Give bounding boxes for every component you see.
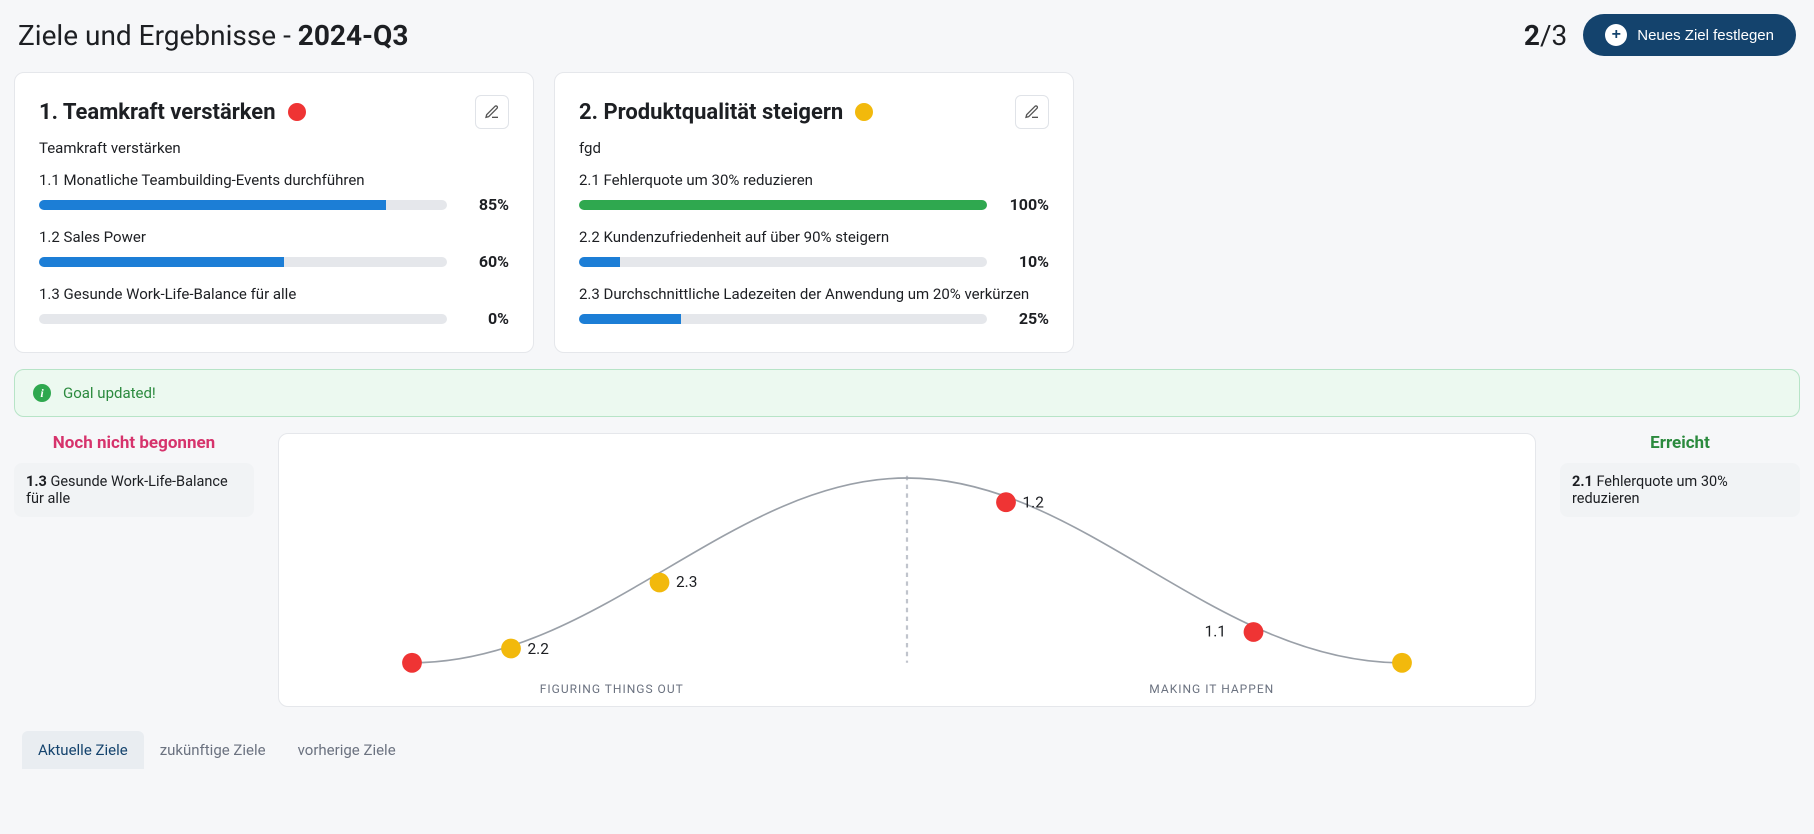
kr-progress-fill <box>39 257 284 267</box>
kr-percent: 60% <box>463 252 509 271</box>
edit-goal-button[interactable] <box>475 95 509 129</box>
kr-progress-fill <box>39 200 386 210</box>
kr-id: 2.1 <box>1572 473 1593 490</box>
chart-left-label: FIGURING THINGS OUT <box>540 682 684 696</box>
progress-visualization: Noch nicht begonnen 1.3 Gesunde Work-Lif… <box>14 433 1800 707</box>
goal-card: 2. Produktqualität steigern fgd 2.1 Fehl… <box>554 72 1074 353</box>
tab-previous-goals[interactable]: vorherige Ziele <box>282 731 412 769</box>
success-alert: i Goal updated! <box>14 369 1800 417</box>
goal-counter-total: /3 <box>1540 19 1567 52</box>
edit-goal-button[interactable] <box>1015 95 1049 129</box>
curve-svg: 2.2 2.3 1.2 1.1 <box>307 456 1507 676</box>
key-result: 2.2 Kundenzufriedenheit auf über 90% ste… <box>579 228 1049 271</box>
new-goal-button[interactable]: + Neues Ziel festlegen <box>1583 14 1796 56</box>
kr-label: 1.3 Gesunde Work-Life-Balance für alle <box>39 285 509 303</box>
kr-label: 2.2 Kundenzufriedenheit auf über 90% ste… <box>579 228 1049 246</box>
kr-progress-fill <box>579 200 987 210</box>
goal-period-tabs: Aktuelle Ziele zukünftige Ziele vorherig… <box>14 727 1800 773</box>
info-icon: i <box>33 384 51 402</box>
alert-text: Goal updated! <box>63 384 156 402</box>
key-result: 2.3 Durchschnittliche Ladezeiten der Anw… <box>579 285 1049 328</box>
key-result: 1.1 Monatliche Teambuilding-Events durch… <box>39 171 509 214</box>
goal-description: fgd <box>579 139 1049 157</box>
not-started-item[interactable]: 1.3 Gesunde Work-Life-Balance für alle <box>14 463 254 517</box>
kr-progress-bar <box>579 257 987 267</box>
goal-card: 1. Teamkraft verstärken Teamkraft verstä… <box>14 72 534 353</box>
kr-percent: 10% <box>1003 252 1049 271</box>
done-title: Erreicht <box>1560 433 1800 453</box>
tab-current-goals[interactable]: Aktuelle Ziele <box>22 731 144 769</box>
goal-title: 2. Produktqualität steigern <box>579 100 843 125</box>
plus-icon: + <box>1605 24 1627 46</box>
page-title-prefix: Ziele und Ergebnisse - <box>18 19 298 52</box>
kr-percent: 0% <box>463 309 509 328</box>
kr-id: 1.3 <box>26 473 47 490</box>
page-title-period: 2024-Q3 <box>298 19 409 52</box>
kr-progress-fill <box>579 257 620 267</box>
kr-progress-bar <box>39 314 447 324</box>
goal-cards-row: 1. Teamkraft verstärken Teamkraft verstä… <box>14 72 1800 353</box>
tab-future-goals[interactable]: zukünftige Ziele <box>144 731 282 769</box>
edit-icon <box>484 104 500 120</box>
not-started-column: Noch nicht begonnen 1.3 Gesunde Work-Lif… <box>14 433 254 517</box>
kr-label: 2.3 Durchschnittliche Ladezeiten der Anw… <box>579 285 1049 303</box>
status-dot-icon <box>855 103 873 121</box>
kr-percent: 85% <box>463 195 509 214</box>
done-item[interactable]: 2.1 Fehlerquote um 30% reduzieren <box>1560 463 1800 517</box>
kr-text: Fehlerquote um 30% reduzieren <box>1572 473 1728 507</box>
key-result: 1.2 Sales Power 60% <box>39 228 509 271</box>
goal-description: Teamkraft verstärken <box>39 139 509 157</box>
key-result: 1.3 Gesunde Work-Life-Balance für alle 0… <box>39 285 509 328</box>
goal-counter: 2/3 <box>1524 19 1567 52</box>
header-right: 2/3 + Neues Ziel festlegen <box>1524 14 1796 56</box>
kr-progress-fill <box>579 314 681 324</box>
key-result: 2.1 Fehlerquote um 30% reduzieren 100% <box>579 171 1049 214</box>
kr-progress-bar <box>579 200 987 210</box>
kr-progress-bar <box>39 257 447 267</box>
kr-label: 1.1 Monatliche Teambuilding-Events durch… <box>39 171 509 189</box>
done-column: Erreicht 2.1 Fehlerquote um 30% reduzier… <box>1560 433 1800 517</box>
kr-percent: 100% <box>1003 195 1049 214</box>
page-header: Ziele und Ergebnisse - 2024-Q3 2/3 + Neu… <box>14 14 1800 56</box>
progress-curve-chart: 2.2 2.3 1.2 1.1 FIGURING THINGS OUT MAKI… <box>278 433 1536 707</box>
goal-title: 1. Teamkraft verstärken <box>39 100 276 125</box>
status-dot-icon <box>288 103 306 121</box>
kr-label: 2.1 Fehlerquote um 30% reduzieren <box>579 171 1049 189</box>
kr-label: 1.2 Sales Power <box>39 228 509 246</box>
page-title: Ziele und Ergebnisse - 2024-Q3 <box>18 19 408 52</box>
svg-text:2.2: 2.2 <box>528 640 550 658</box>
kr-text: Gesunde Work-Life-Balance für alle <box>26 473 228 507</box>
svg-text:1.1: 1.1 <box>1205 622 1226 640</box>
kr-percent: 25% <box>1003 309 1049 328</box>
svg-text:1.2: 1.2 <box>1023 494 1045 512</box>
svg-text:2.3: 2.3 <box>676 573 697 591</box>
chart-right-label: MAKING IT HAPPEN <box>1149 682 1274 696</box>
kr-progress-bar <box>39 200 447 210</box>
edit-icon <box>1024 104 1040 120</box>
not-started-title: Noch nicht begonnen <box>14 433 254 453</box>
kr-progress-bar <box>579 314 987 324</box>
goal-counter-current: 2 <box>1524 19 1540 52</box>
new-goal-label: Neues Ziel festlegen <box>1637 27 1774 44</box>
